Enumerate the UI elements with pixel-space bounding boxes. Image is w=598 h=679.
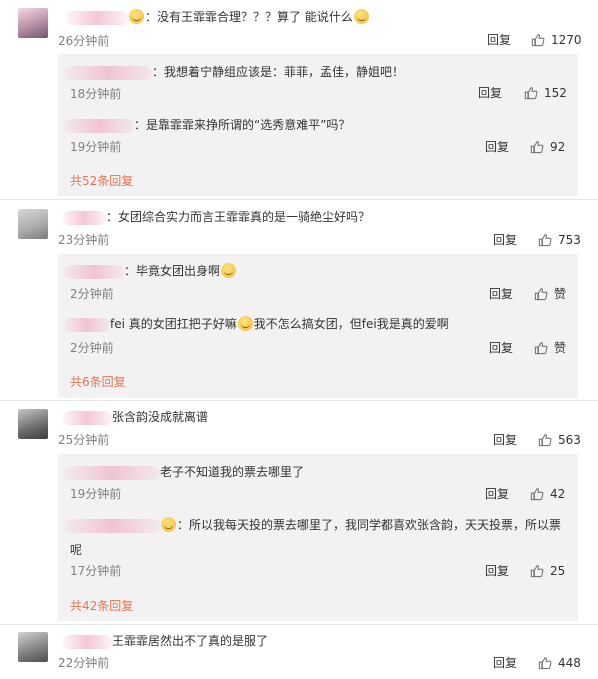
thumb-up-icon	[531, 34, 545, 47]
reply-button[interactable]: 回复	[485, 487, 509, 501]
like-button[interactable]: 25	[530, 564, 565, 578]
avatar[interactable]	[18, 632, 48, 662]
reply-time: 2分钟前	[70, 287, 114, 301]
username-blurred[interactable]	[64, 465, 160, 480]
like-button[interactable]: 赞	[534, 341, 566, 355]
emoji-icon	[237, 316, 253, 331]
comment-3: 张含韵没成就离谱 25分钟前 回复 563 老子不知道我的票去哪里了 19分钟前…	[0, 401, 598, 625]
comment-time: 26分钟前	[58, 34, 110, 48]
reply-time: 19分钟前	[70, 487, 122, 501]
reply-2: fei 真的女团扛把子好嘛 我不怎么搞女团，但fei我是真的爱啊 2分钟前 回复 …	[58, 306, 578, 360]
comment-text: ：没有王霏霏合理？？？算了 能说什么	[66, 9, 370, 25]
reply-button[interactable]: 回复	[493, 433, 517, 447]
reply-text: ：是靠霏霏来挣所谓的“选秀意难平”吗？	[64, 117, 350, 133]
username-blurred[interactable]	[62, 210, 106, 225]
reply-2: ：所以我每天投的票去哪里了，我同学都喜欢张含韵，天天投票，所以票 呢 17分钟前…	[58, 506, 578, 582]
reply-text: ：我想着宁静组应该是：菲菲，孟佳，静姐吧！	[64, 64, 404, 80]
avatar[interactable]	[18, 8, 48, 38]
comment-time: 23分钟前	[58, 233, 110, 247]
reply-time: 17分钟前	[70, 564, 122, 578]
username-blurred[interactable]	[62, 410, 112, 425]
comment-1: ：没有王霏霏合理？？？算了 能说什么 26分钟前 回复 1270 ：我想着宁静组…	[0, 0, 598, 198]
reply-text: ：所以我每天投的票去哪里了，我同学都喜欢张含韵，天天投票，所以票	[64, 517, 561, 533]
emoji-icon	[161, 517, 176, 532]
comment-time: 22分钟前	[58, 656, 110, 670]
like-count: 42	[550, 487, 566, 501]
reply-button[interactable]: 回复	[493, 656, 517, 670]
reply-time: 2分钟前	[70, 341, 114, 355]
comment-2: ：女团综合实力而言王霏霏真的是一骑绝尘好吗？ 23分钟前 回复 753 ：毕竟女…	[0, 200, 598, 400]
like-count: 152	[544, 86, 567, 100]
emoji-icon	[129, 9, 144, 24]
comment-text: 张含韵没成就离谱	[62, 409, 208, 425]
username-blurred[interactable]	[62, 634, 112, 649]
username-blurred[interactable]	[64, 518, 160, 533]
thumb-up-icon	[530, 565, 544, 578]
avatar[interactable]	[18, 409, 48, 439]
like-button[interactable]: 563	[538, 433, 581, 447]
reply-list: ：毕竟女团出身啊 2分钟前 回复 赞 fei 真的女团扛把子好嘛 我不怎么搞女团，…	[58, 254, 578, 398]
reply-2: ：是靠霏霏来挣所谓的“选秀意难平”吗？ 19分钟前 回复 92	[58, 106, 578, 160]
thumb-up-icon	[524, 87, 538, 100]
more-replies-link[interactable]: 共42条回复	[70, 597, 133, 614]
reply-text-continued: 呢	[70, 543, 83, 557]
username-blurred[interactable]	[64, 65, 152, 80]
reply-list: ：我想着宁静组应该是：菲菲，孟佳，静姐吧！ 18分钟前 回复 152 ：是靠霏霏…	[58, 54, 578, 196]
reply-time: 19分钟前	[70, 140, 122, 154]
thumb-up-icon	[530, 141, 544, 154]
thumb-up-icon	[538, 657, 552, 670]
like-button[interactable]: 42	[530, 487, 565, 501]
like-button[interactable]: 赞	[534, 287, 566, 301]
reply-1: ：我想着宁静组应该是：菲菲，孟佳，静姐吧！ 18分钟前 回复 152	[58, 54, 578, 106]
like-count: 563	[558, 433, 581, 447]
like-button[interactable]: 92	[530, 140, 565, 154]
reply-button[interactable]: 回复	[489, 287, 513, 301]
username-blurred[interactable]	[64, 118, 134, 133]
reply-text: fei 真的女团扛把子好嘛 我不怎么搞女团，但fei我是真的爱啊	[64, 316, 449, 332]
more-replies-link[interactable]: 共6条回复	[70, 373, 126, 390]
reply-1: ：毕竟女团出身啊 2分钟前 回复 赞	[58, 254, 578, 306]
reply-button[interactable]: 回复	[493, 233, 517, 247]
thumb-up-icon	[534, 288, 548, 301]
more-replies-link[interactable]: 共52条回复	[70, 172, 133, 189]
reply-list: 老子不知道我的票去哪里了 19分钟前 回复 42 ：所以我每天投的票去哪里了，我…	[58, 454, 578, 621]
username-blurred[interactable]	[64, 264, 124, 279]
like-count: 赞	[554, 287, 567, 301]
comment-text: ：女团综合实力而言王霏霏真的是一骑绝尘好吗？	[62, 209, 370, 225]
comment-4: 王霏霏居然出不了真的是服了 22分钟前 回复 448	[0, 625, 598, 679]
like-button[interactable]: 1270	[531, 33, 582, 47]
reply-text: ：毕竟女团出身啊	[64, 263, 237, 279]
reply-button[interactable]: 回复	[478, 86, 502, 100]
like-button[interactable]: 753	[538, 233, 581, 247]
reply-button[interactable]: 回复	[485, 140, 509, 154]
comment-text: 王霏霏居然出不了真的是服了	[62, 633, 268, 649]
reply-1: 老子不知道我的票去哪里了 19分钟前 回复 42	[58, 454, 578, 506]
thumb-up-icon	[538, 234, 552, 247]
thumb-up-icon	[534, 342, 548, 355]
emoji-icon	[353, 9, 369, 24]
emoji-icon	[221, 263, 237, 278]
avatar[interactable]	[18, 209, 48, 239]
reply-button[interactable]: 回复	[487, 33, 511, 47]
username-blurred[interactable]	[66, 10, 128, 25]
reply-text: 老子不知道我的票去哪里了	[64, 464, 304, 480]
reply-button[interactable]: 回复	[489, 341, 513, 355]
reply-time: 18分钟前	[70, 87, 122, 101]
thumb-up-icon	[530, 488, 544, 501]
reply-button[interactable]: 回复	[485, 564, 509, 578]
like-count: 448	[558, 656, 581, 670]
username-blurred[interactable]	[64, 317, 110, 332]
comment-time: 25分钟前	[58, 433, 110, 447]
thumb-up-icon	[538, 434, 552, 447]
like-button[interactable]: 448	[538, 656, 581, 670]
like-button[interactable]: 152	[524, 86, 567, 100]
like-count: 赞	[554, 341, 567, 355]
like-count: 1270	[551, 33, 582, 47]
like-count: 92	[550, 140, 566, 154]
like-count: 25	[550, 564, 566, 578]
like-count: 753	[558, 233, 581, 247]
